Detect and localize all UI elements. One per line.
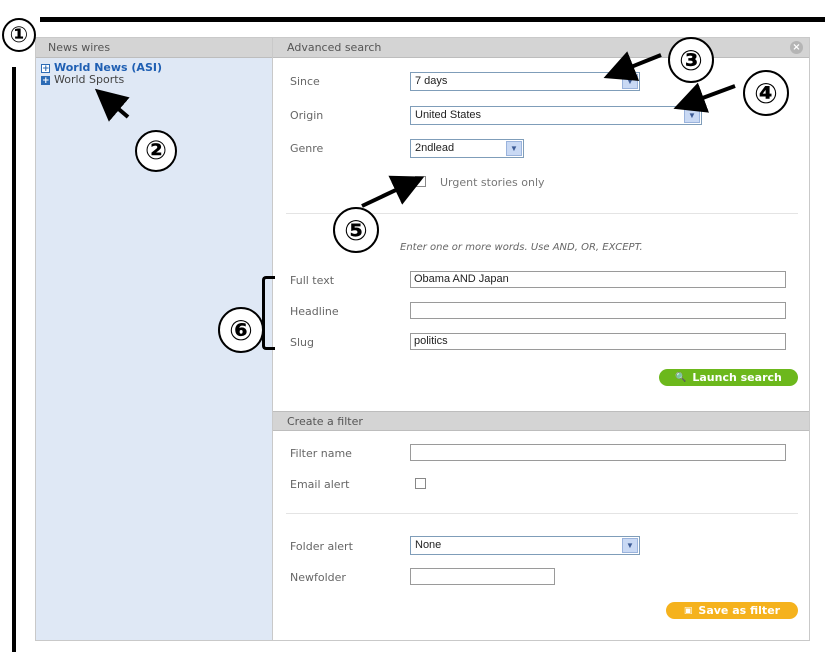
arrow-2: [94, 88, 130, 122]
arrow-5: [361, 175, 425, 208]
arrow-4: [673, 82, 736, 113]
arrow-3: [603, 51, 662, 81]
annotation-arrows: [94, 51, 736, 208]
